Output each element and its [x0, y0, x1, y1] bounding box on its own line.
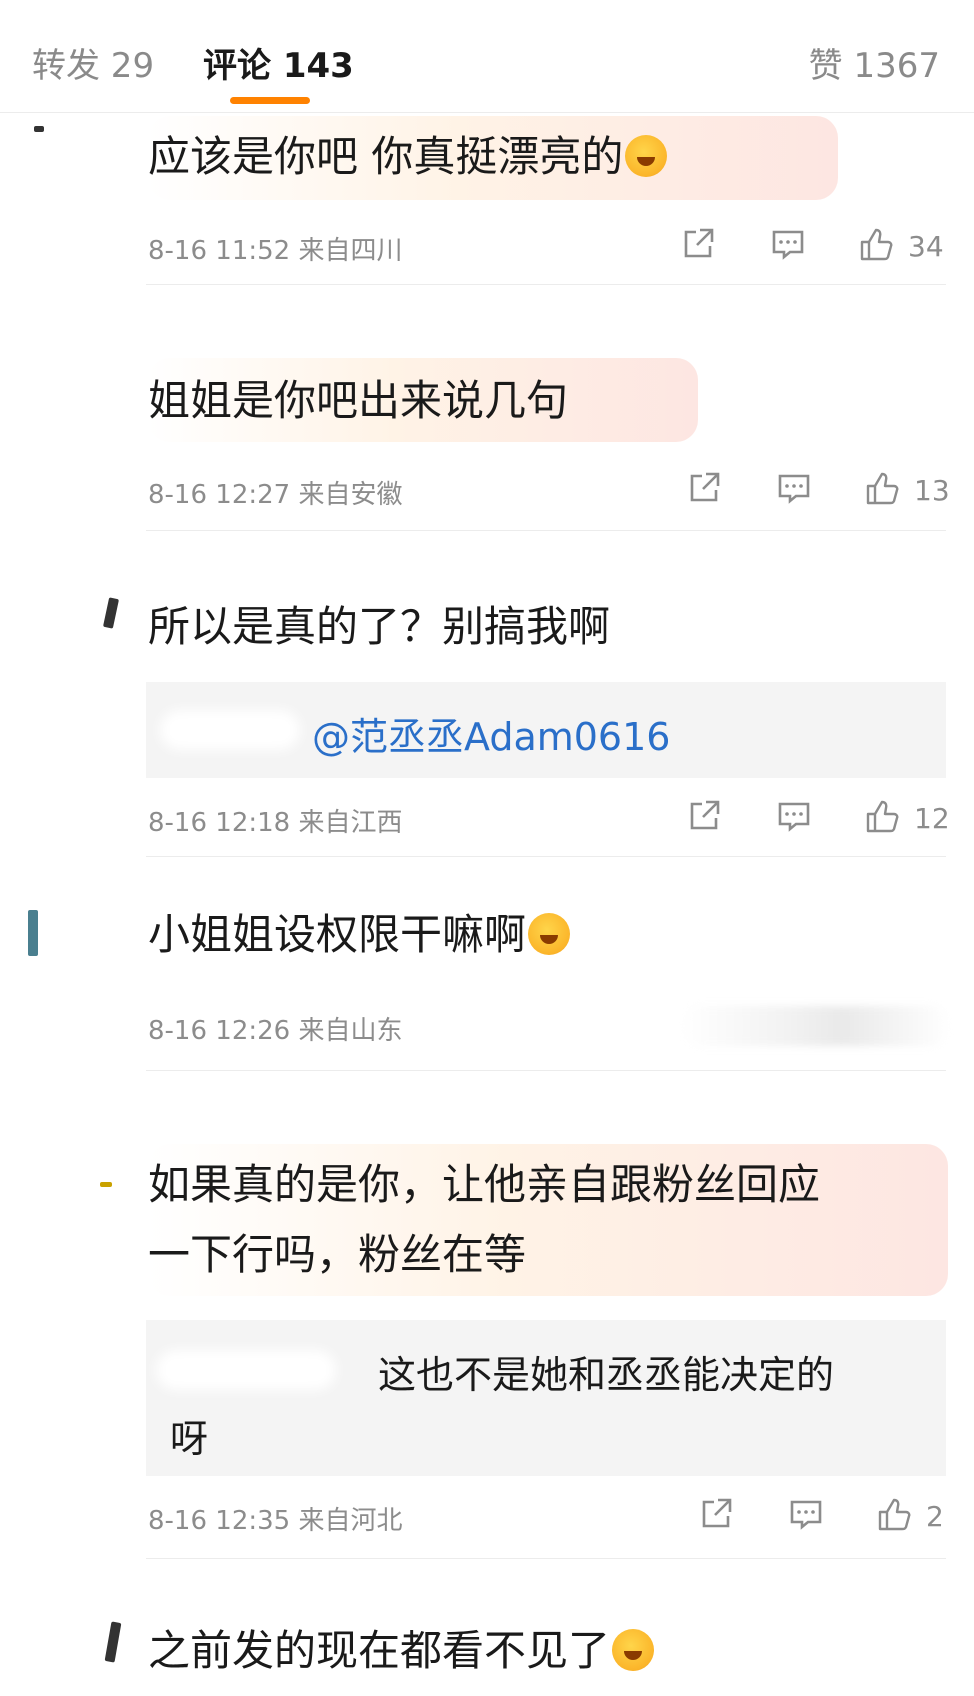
share-icon[interactable] [680, 226, 716, 262]
comment-actions: 13 [678, 470, 958, 510]
blurred-username [156, 1350, 336, 1390]
comment-item: 所以是真的了？别搞我啊 @范丞丞Adam0616 8-16 12:18 来自江西… [0, 532, 974, 858]
comment-item: 之前发的现在都看不见了 [0, 1560, 974, 1696]
divider [146, 1070, 946, 1071]
comment-actions: 34 [672, 226, 952, 266]
winking-tongue-face-icon [528, 913, 571, 955]
comment-item: 应该是你吧 你真挺漂亮的 8-16 11:52 来自四川 34 [0, 112, 974, 286]
comment-meta: 8-16 12:35 来自河北 [148, 1506, 403, 1536]
thumbs-up-icon[interactable] [864, 470, 900, 506]
comment-icon[interactable] [776, 470, 812, 506]
avatar[interactable] [102, 597, 120, 629]
comment-actions: 12 [678, 798, 958, 838]
like-count: 13 [914, 474, 950, 507]
blurred-actions [680, 1006, 950, 1046]
comment-item: 姐姐是你吧出来说几句 8-16 12:27 来自安徽 13 [0, 286, 974, 532]
comment-text-line-1: 如果真的是你，让他亲自跟粉丝回应 [148, 1160, 821, 1209]
crying-face-icon [625, 135, 668, 177]
comment-text: 姐姐是你吧出来说几句 [148, 376, 569, 425]
comment-text-line-2: 一下行吗，粉丝在等 [148, 1230, 527, 1279]
comment-text: 之前发的现在都看不见了 [148, 1616, 655, 1686]
tab-repost[interactable]: 转发 29 [32, 38, 154, 87]
share-icon[interactable] [686, 798, 722, 834]
comment-meta: 8-16 12:18 来自江西 [148, 808, 403, 838]
thumbs-up-icon[interactable] [876, 1496, 912, 1532]
avatar[interactable] [34, 126, 44, 132]
divider [146, 856, 946, 857]
like-count: 34 [908, 230, 944, 263]
reply-box[interactable]: 这也不是她和丞丞能决定的 呀 [146, 1320, 946, 1476]
comment-icon[interactable] [776, 798, 812, 834]
tab-comments[interactable]: 评论 143 [203, 38, 354, 87]
comment-meta: 8-16 12:26 来自山东 [148, 1016, 403, 1046]
comment-icon[interactable] [770, 226, 806, 262]
like-count: 2 [926, 1500, 944, 1533]
divider [146, 530, 946, 531]
like-count: 12 [914, 802, 950, 835]
comment-icon[interactable] [788, 1496, 824, 1532]
mention-link[interactable]: @范丞丞Adam0616 [312, 706, 670, 761]
divider [146, 1558, 946, 1559]
comment-item: 小姐姐设权限干嘛啊 8-16 12:26 来自山东 [0, 858, 974, 1072]
comment-item: 如果真的是你，让他亲自跟粉丝回应 一下行吗，粉丝在等 这也不是她和丞丞能决定的 … [0, 1072, 974, 1560]
blurred-username [160, 710, 300, 750]
comment-tab-bar: 转发 29 评论 143 赞 1367 [0, 0, 974, 113]
avatar[interactable] [104, 1621, 122, 1663]
avatar[interactable] [100, 1182, 112, 1187]
tab-likes[interactable]: 赞 1367 [809, 38, 940, 87]
reply-text-line-1: 这也不是她和丞丞能决定的 [378, 1353, 835, 1397]
thumbs-up-icon[interactable] [864, 798, 900, 834]
comment-meta: 8-16 11:52 来自四川 [148, 236, 403, 266]
comment-text: 所以是真的了？别搞我啊 [148, 602, 611, 651]
reply-text-line-2: 呀 [170, 1417, 209, 1461]
reply-box[interactable]: @范丞丞Adam0616 [146, 682, 946, 778]
avatar[interactable] [28, 910, 38, 956]
divider [146, 284, 946, 285]
comment-actions: 2 [690, 1496, 960, 1536]
crying-laughing-face-icon [612, 1629, 655, 1671]
comment-text: 应该是你吧 你真挺漂亮的 [148, 122, 668, 192]
comment-text: 小姐姐设权限干嘛啊 [148, 900, 571, 970]
thumbs-up-icon[interactable] [858, 226, 894, 262]
active-tab-indicator [230, 97, 310, 104]
share-icon[interactable] [686, 470, 722, 506]
share-icon[interactable] [698, 1496, 734, 1532]
comment-meta: 8-16 12:27 来自安徽 [148, 480, 403, 510]
